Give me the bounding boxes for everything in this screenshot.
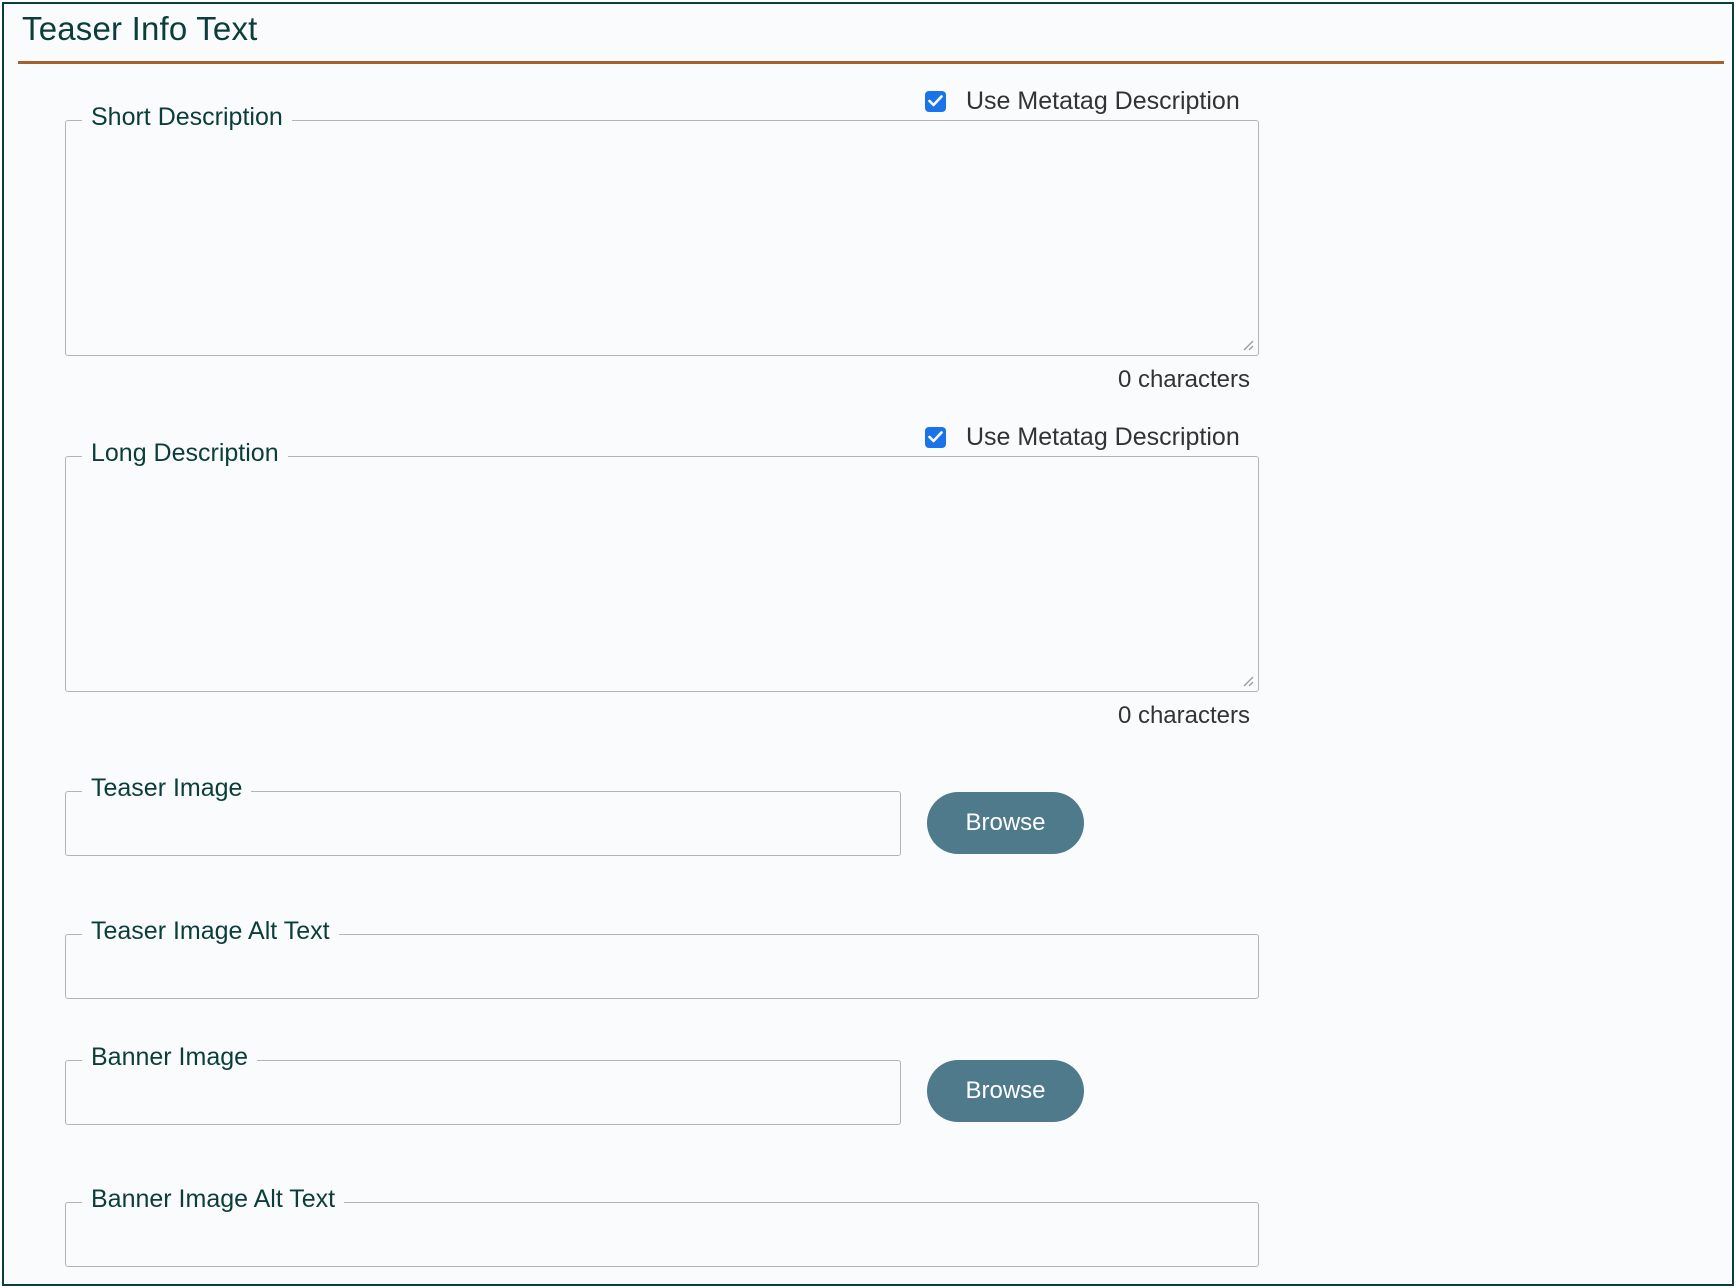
teaser-image-alt-text-legend: Teaser Image Alt Text — [82, 916, 339, 946]
short-description-metatag-toggle[interactable]: Use Metatag Description — [925, 86, 1240, 116]
short-description-input[interactable] — [66, 121, 1258, 355]
banner-image-browse-button[interactable]: Browse — [927, 1060, 1084, 1122]
metatag-label: Use Metatag Description — [966, 86, 1240, 115]
teaser-info-panel: Teaser Info Text Use Metatag Description… — [2, 2, 1734, 1286]
long-description-char-count: 0 characters — [1117, 702, 1250, 729]
banner-image-legend: Banner Image — [82, 1042, 258, 1072]
resize-grip-icon[interactable] — [1242, 339, 1254, 351]
long-description-metatag-toggle[interactable]: Use Metatag Description — [925, 422, 1240, 452]
short-description-textarea[interactable] — [65, 120, 1259, 356]
teaser-image-legend: Teaser Image — [82, 773, 252, 803]
checkbox-checked-icon[interactable] — [925, 426, 946, 448]
teaser-image-browse-button[interactable]: Browse — [927, 792, 1084, 854]
banner-image-alt-text-legend: Banner Image Alt Text — [82, 1184, 345, 1214]
short-description-legend: Short Description — [82, 102, 292, 132]
long-description-legend: Long Description — [82, 438, 288, 468]
metatag-label: Use Metatag Description — [966, 422, 1240, 451]
long-description-input[interactable] — [66, 457, 1258, 691]
long-description-textarea[interactable] — [65, 456, 1259, 692]
panel-title: Teaser Info Text — [22, 10, 258, 47]
title-divider — [18, 61, 1724, 64]
resize-grip-icon[interactable] — [1242, 675, 1254, 687]
checkbox-checked-icon[interactable] — [925, 90, 946, 112]
short-description-char-count: 0 characters — [1117, 366, 1250, 393]
